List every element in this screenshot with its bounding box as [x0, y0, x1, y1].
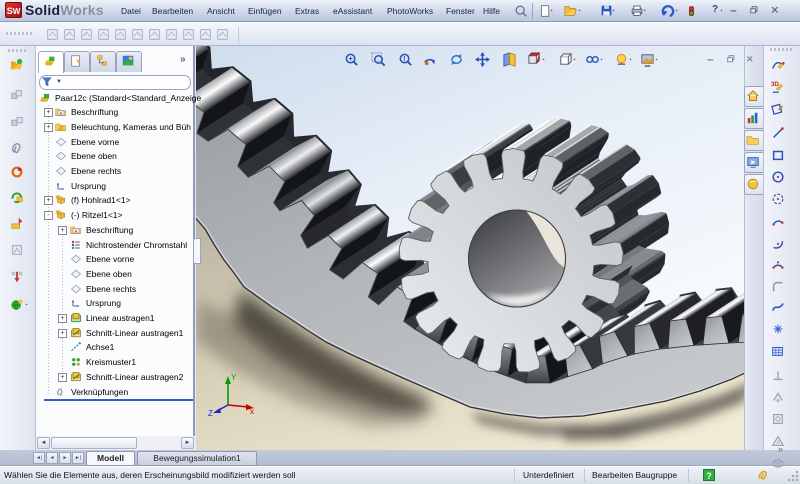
- svg-text:A: A: [74, 229, 78, 235]
- svg-text:Y: Y: [231, 373, 237, 382]
- svg-text:Z: Z: [208, 409, 213, 418]
- svg-text:A: A: [59, 111, 63, 117]
- svg-text:!: !: [403, 54, 406, 63]
- svg-text:x: x: [250, 407, 254, 416]
